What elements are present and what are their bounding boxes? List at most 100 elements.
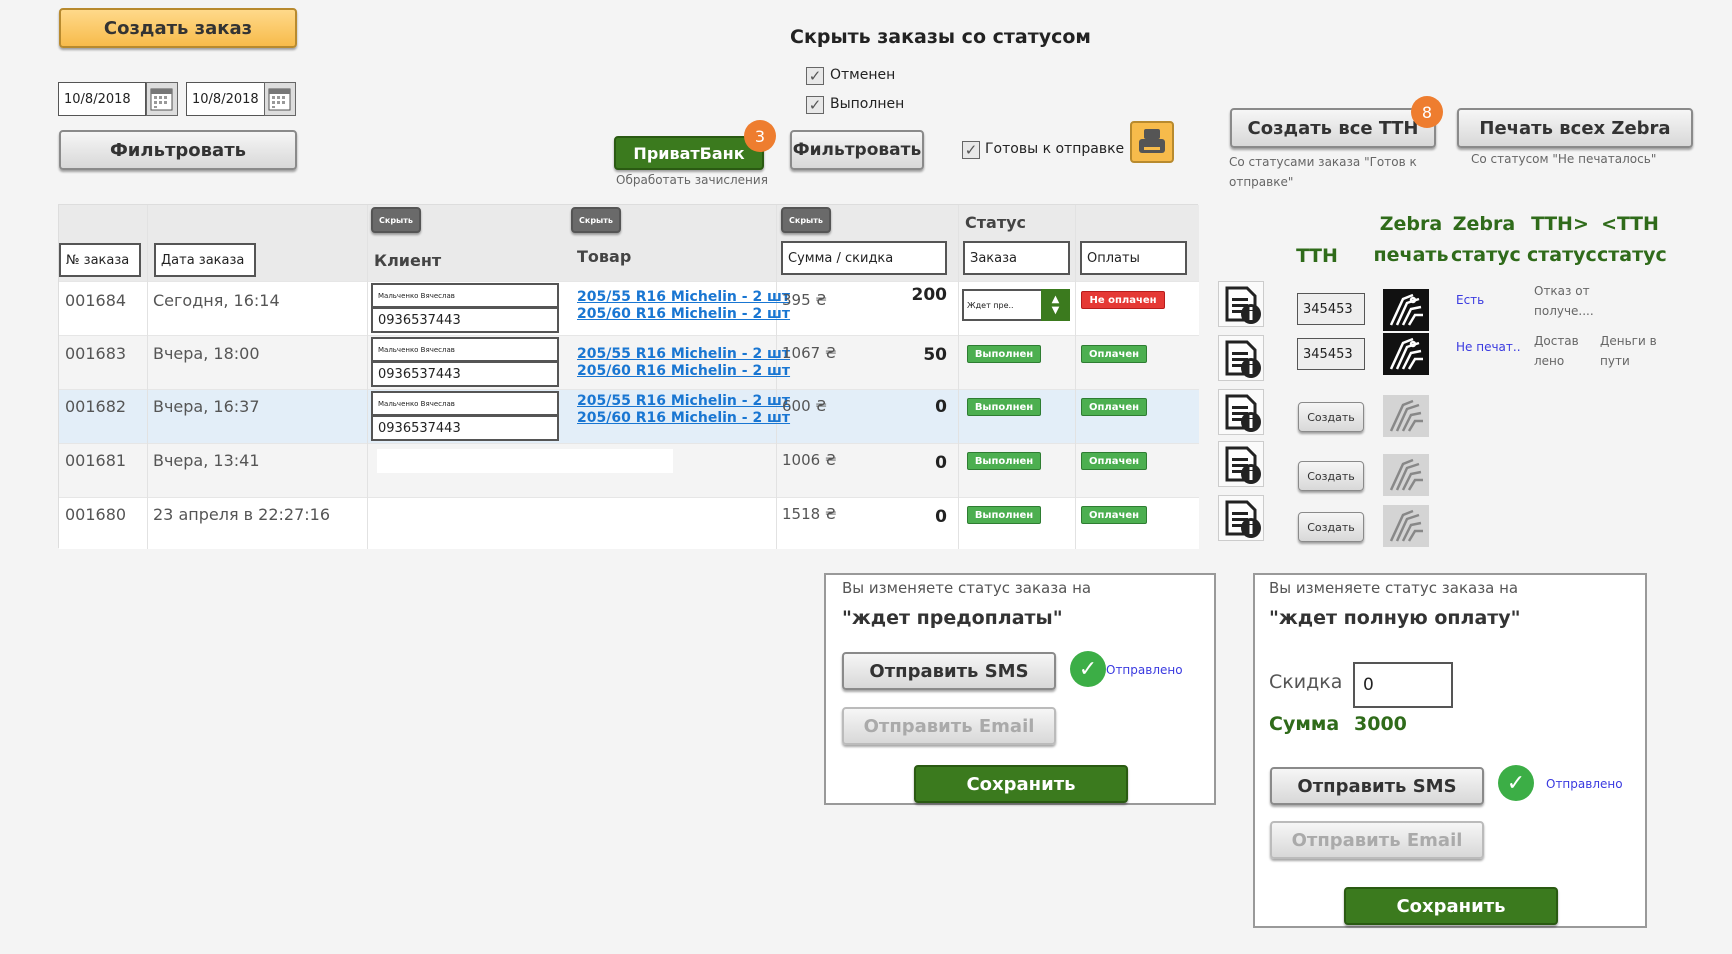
save-button[interactable]: Сохранить (1344, 887, 1558, 925)
order-info-icon[interactable] (1218, 389, 1264, 435)
order-sum: 1067 ₴ (782, 344, 837, 362)
goods-link[interactable]: 205/60 R16 Michelin - 2 шт (577, 363, 790, 379)
hide-client-column-button[interactable]: Скрыть (371, 207, 421, 233)
goods-link[interactable]: 205/60 R16 Michelin - 2 шт (577, 410, 790, 426)
order-info-icon[interactable] (1218, 335, 1264, 381)
goods-link[interactable]: 205/55 R16 Michelin - 2 шт (577, 393, 790, 409)
panel-intro: Вы изменяете статус заказа на (842, 579, 1092, 597)
send-sms-button[interactable]: Отправить SMS (842, 652, 1056, 690)
send-email-button[interactable]: Отправить Email (842, 707, 1056, 745)
chevron-updown-icon[interactable]: ▲ ▼ (1041, 289, 1070, 321)
date-from-input[interactable]: 10/8/2018 (58, 82, 146, 116)
tth-out-status-header-line1: ТТН> (1531, 213, 1589, 235)
order-no: 001681 (65, 451, 127, 470)
zebra-print-icon (1383, 395, 1429, 437)
privatbank-caption: Обработать зачисления (616, 173, 768, 187)
payment-status-badge: Оплачен (1081, 506, 1147, 524)
discount-label: Скидка (1269, 671, 1343, 693)
filter-button[interactable]: Фильтровать (59, 130, 297, 170)
zebra-print-header: Zebra печать (1371, 209, 1451, 271)
client-phone-input[interactable]: 0936537443 (371, 361, 559, 387)
client-phone-input[interactable]: 0936537443 (371, 415, 559, 441)
order-status-filter[interactable]: Заказа (963, 241, 1070, 275)
order-discount: 0 (935, 453, 947, 473)
create-tth-button[interactable]: Создать (1298, 512, 1364, 542)
payment-status-filter[interactable]: Оплаты (1080, 241, 1187, 275)
payment-status-badge: Не оплачен (1081, 291, 1165, 309)
order-discount: 200 (911, 285, 948, 305)
tth-number[interactable]: 345453 (1297, 338, 1365, 370)
order-discount: 0 (935, 507, 947, 527)
tth-number[interactable]: 345453 (1297, 293, 1365, 325)
client-empty-field[interactable] (371, 503, 639, 527)
goods-link[interactable]: 205/55 R16 Michelin - 2 шт (577, 289, 790, 305)
create-tth-button[interactable]: Создать (1298, 461, 1364, 491)
orders-table: Скрыть Скрыть Скрыть Статус № заказа Дат… (58, 204, 1199, 549)
create-order-button[interactable]: Создать заказ (59, 8, 297, 48)
tth-in-status-header-line2: статус (1597, 244, 1667, 266)
order-sum: 1518 ₴ (782, 505, 837, 523)
payment-status-badge: Оплачен (1081, 398, 1147, 416)
goods-link[interactable]: 205/60 R16 Michelin - 2 шт (577, 306, 790, 322)
date-from-value: 10/8/2018 (64, 91, 131, 107)
panel-intro: Вы изменяете статус заказа на (1269, 579, 1519, 597)
order-status-badge: Выполнен (967, 452, 1041, 470)
privatbank-badge: 3 (744, 120, 776, 152)
goods-link[interactable]: 205/55 R16 Michelin - 2 шт (577, 346, 790, 362)
create-tth-button[interactable]: Создать (1298, 402, 1364, 432)
order-no: 001684 (65, 291, 127, 310)
sms-sent-label: Отправлено (1106, 663, 1183, 677)
panel-status: "ждет полную оплату" (1269, 607, 1521, 629)
order-status-badge: Выполнен (967, 506, 1041, 524)
calendar-icon[interactable] (264, 82, 296, 116)
client-name-input[interactable]: Мальченко Вячеслав (371, 337, 559, 362)
payment-status-badge: Оплачен (1081, 345, 1147, 363)
print-all-zebra-button[interactable]: Печать всех Zebra (1457, 108, 1693, 148)
print-all-zebra-caption: Со статусом "Не печаталось" (1471, 152, 1657, 166)
privatbank-button[interactable]: ПриватБанк (614, 136, 764, 170)
save-button[interactable]: Сохранить (914, 765, 1128, 803)
order-date: Вчера, 13:41 (153, 451, 260, 470)
zebra-print-icon (1383, 505, 1429, 547)
sum-value: 3000 (1354, 713, 1407, 735)
client-empty-field[interactable] (377, 449, 673, 473)
checkbox-cancelled-label: Отменен (830, 67, 896, 83)
order-no: 001682 (65, 397, 127, 416)
zebra-print-icon[interactable] (1383, 333, 1429, 375)
send-sms-button[interactable]: Отправить SMS (1270, 767, 1484, 805)
printer-icon[interactable] (1130, 121, 1174, 163)
order-sum: 395 ₴ (782, 291, 828, 309)
zebra-status-header-line2: статус (1451, 244, 1521, 266)
order-no: 001683 (65, 344, 127, 363)
order-info-icon[interactable] (1218, 281, 1264, 327)
date-to-input[interactable]: 10/8/2018 (186, 82, 266, 116)
client-phone-input[interactable]: 0936537443 (371, 307, 559, 333)
create-all-tth-button[interactable]: Создать все ТТН (1230, 108, 1436, 148)
order-info-icon[interactable] (1218, 495, 1264, 541)
checkbox-cancelled[interactable]: ✓ (806, 67, 824, 85)
tth-out-status: лено (1534, 354, 1565, 368)
calendar-icon[interactable] (146, 82, 178, 116)
client-name-input[interactable]: Мальченко Вячеслав (371, 283, 559, 308)
order-info-icon[interactable] (1218, 441, 1264, 487)
zebra-print-icon[interactable] (1383, 289, 1429, 331)
hide-goods-column-button[interactable]: Скрыть (571, 207, 621, 233)
tth-in-status: пути (1600, 354, 1630, 368)
date-to-value: 10/8/2018 (192, 91, 259, 107)
order-date: 23 апреля в 22:27:16 (153, 505, 331, 524)
zebra-status: Есть (1456, 293, 1485, 307)
discount-input[interactable]: 0 (1353, 662, 1453, 708)
order-status-badge: Выполнен (967, 345, 1041, 363)
order-no-filter[interactable]: № заказа (59, 243, 141, 277)
order-discount: 50 (923, 345, 947, 365)
create-all-tth-badge: 8 (1411, 96, 1443, 128)
sum-filter[interactable]: Сумма / скидка (781, 241, 947, 275)
send-email-button[interactable]: Отправить Email (1270, 821, 1484, 859)
hide-sum-column-button[interactable]: Скрыть (781, 207, 831, 233)
goods-header: Товар (577, 247, 632, 266)
checkbox-completed[interactable]: ✓ (806, 96, 824, 114)
filter-status-button[interactable]: Фильтровать (790, 130, 924, 170)
client-name-input[interactable]: Мальченко Вячеслав (371, 391, 559, 416)
checkbox-ready-to-ship[interactable]: ✓ (962, 141, 980, 159)
order-date-filter[interactable]: Дата заказа (154, 243, 256, 277)
